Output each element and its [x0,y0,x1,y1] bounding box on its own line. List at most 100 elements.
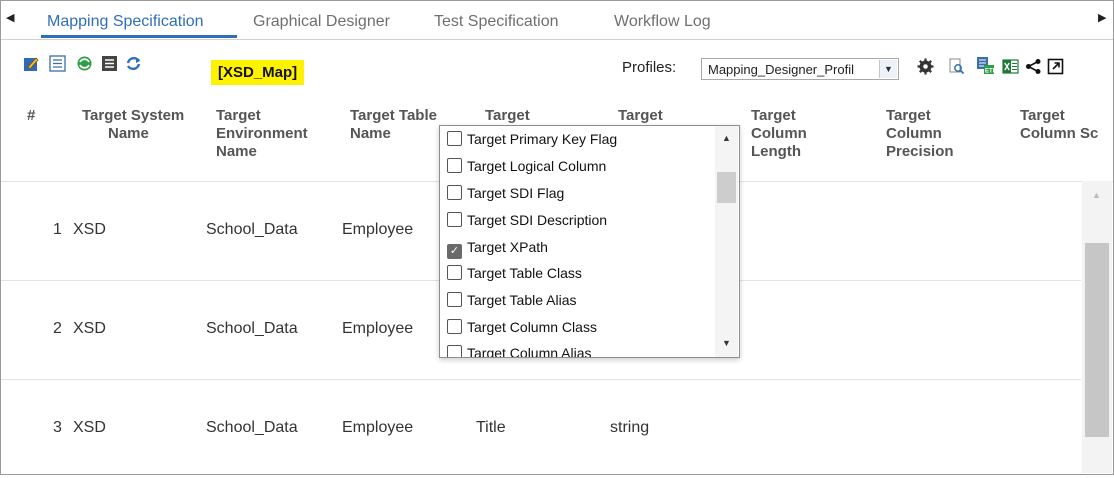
table-name-cell: Employee [342,320,414,337]
active-tab-indicator [41,35,237,38]
column-header-target-4[interactable]: Target [485,107,530,125]
row-number: 1 [53,221,62,238]
header-line: Column Sc [1020,125,1099,142]
column-header-target-column-length[interactable]: Target Column Length [751,107,807,161]
column-header-target-column-scale[interactable]: Target Column Sc [1020,107,1098,143]
checkbox-checked[interactable]: ✓ [447,244,462,259]
tab-bar: ◀ Mapping Specification Graphical Design… [1,1,1113,40]
header-line: Name [216,143,257,160]
column-option-label: Target XPath [467,239,548,255]
target-system-cell: XSD [73,419,106,436]
refresh-icon[interactable] [125,55,142,72]
header-line: Environment [216,125,308,142]
column-header-target-column-precision[interactable]: Target Column Precision [886,107,954,161]
etl-icon[interactable]: ETL [976,56,995,75]
column-option[interactable]: Target Table Class [447,264,582,284]
column-chooser-dropdown: Target Primary Key Flag Target Logical C… [439,125,740,358]
checkbox[interactable] [447,158,462,173]
checkbox[interactable] [447,345,462,357]
tab-scroll-right-icon[interactable]: ▶ [1098,11,1106,24]
grid-scrollbar-thumb[interactable] [1085,243,1109,437]
column-option[interactable]: Target Column Class [447,318,597,338]
column-header-target-system-name[interactable]: Target System Name [82,107,184,143]
table-name-cell: Employee [342,221,414,238]
map-name-label: [XSD_Map] [211,60,305,85]
checkbox[interactable] [447,292,462,307]
header-line: Target [886,107,931,124]
header-line: Target [485,107,530,124]
checkbox[interactable] [447,212,462,227]
tab-scroll-left-icon[interactable]: ◀ [6,11,14,24]
column-header-target-5[interactable]: Target [618,107,663,125]
column-option-label: Target SDI Description [467,212,608,228]
header-line: Name [108,125,149,142]
sync-icon[interactable] [76,55,93,72]
column-header-number[interactable]: # [27,107,35,125]
app-frame: ◀ Mapping Specification Graphical Design… [0,0,1114,475]
checkbox[interactable] [447,319,462,334]
column-option[interactable]: Target Primary Key Flag [447,130,617,150]
profiles-label: Profiles: [622,59,677,76]
column-option-label: Target Column Class [467,319,597,335]
header-line: Target [216,107,261,124]
dropdown-scrollbar-thumb[interactable] [717,172,736,203]
environment-cell: School_Data [206,320,298,337]
header-line: Column [751,125,807,142]
header-line: Target [1020,107,1065,124]
column-option-label: Target SDI Flag [467,185,565,201]
edit-icon[interactable] [23,55,40,72]
column-option-label: Target Primary Key Flag [467,131,618,147]
list-icon[interactable] [101,55,118,72]
table-name-cell: Employee [342,419,414,436]
column-option-label: Target Logical Column [467,158,607,174]
header-line: Target Table [350,107,437,124]
tab-graphical-designer[interactable]: Graphical Designer [253,13,390,31]
header-line: Target System [82,107,185,124]
import-icon[interactable] [49,55,66,72]
column-header-target-environment-name[interactable]: Target Environment Name [216,107,308,161]
column-option[interactable]: Target Table Alias [447,291,576,311]
header-line: Precision [886,143,954,160]
header-line: Target [618,107,663,124]
checkbox[interactable] [447,265,462,280]
header-line: Length [751,143,801,160]
target-4-cell: Title [476,419,506,436]
expand-icon[interactable] [1047,58,1064,75]
target-5-cell: string [610,419,650,436]
header-line: Name [350,125,391,142]
row-number: 2 [53,320,62,337]
column-option[interactable]: ✓ Target XPath [447,238,548,259]
tab-test-specification[interactable]: Test Specification [434,13,559,31]
checkbox[interactable] [447,185,462,200]
column-option-label: Target Table Alias [467,292,577,308]
column-option[interactable]: Target Column Alias [447,344,592,358]
chevron-down-icon[interactable]: ▼ [879,60,897,78]
tab-mapping-specification[interactable]: Mapping Specification [47,13,204,31]
profile-select[interactable]: Mapping_Designer_Profil ▼ [701,58,899,80]
checkbox[interactable] [447,131,462,146]
settings-icon[interactable] [917,58,934,75]
column-option[interactable]: Target SDI Description [447,211,607,231]
column-option[interactable]: Target SDI Flag [447,184,564,204]
scroll-down-icon[interactable]: ▼ [722,338,731,348]
preview-icon[interactable] [948,58,965,75]
profile-select-value: Mapping_Designer_Profil [708,62,854,77]
svg-text:ETL: ETL [985,69,995,75]
header-line: Target [751,107,796,124]
tab-workflow-log[interactable]: Workflow Log [614,13,711,31]
row-number: 3 [53,419,62,436]
environment-cell: School_Data [206,221,298,238]
column-header-target-table-name[interactable]: Target Table Name [350,107,437,143]
grid-scrollbar[interactable]: ▲ [1082,181,1112,473]
column-option-label: Target Table Class [467,265,582,281]
excel-icon[interactable] [1002,58,1019,75]
scroll-up-icon[interactable]: ▲ [722,133,731,143]
dropdown-scrollbar[interactable]: ▲ ▼ [715,126,738,357]
column-option-label: Target Column Alias [467,345,592,358]
target-system-cell: XSD [73,320,106,337]
table-row[interactable]: 3 XSD School_Data Employee Title string [1,380,1081,478]
header-line: Column [886,125,942,142]
scroll-up-icon[interactable]: ▲ [1092,190,1101,200]
share-icon[interactable] [1025,58,1042,75]
column-option[interactable]: Target Logical Column [447,157,606,177]
